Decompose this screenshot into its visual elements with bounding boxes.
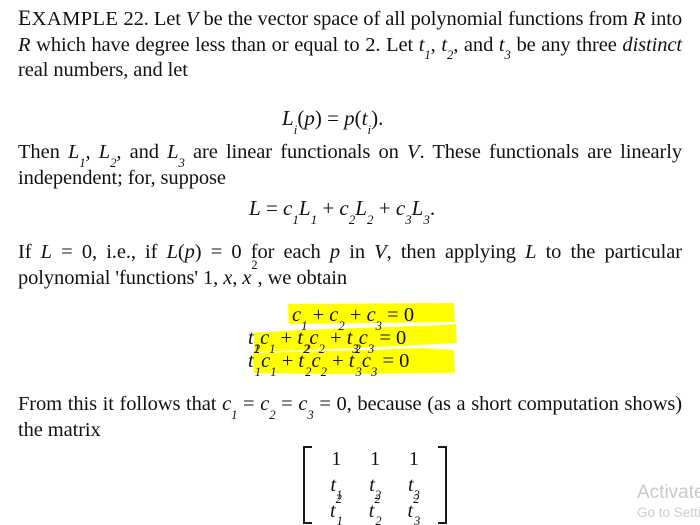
highlighted-equation-system: c1 + c2 + c3 = 0 t1c1 + t2c2 + t3c3 = 0 … <box>248 303 478 381</box>
var-L3: L <box>167 141 179 163</box>
sub-t1: 1 <box>424 48 431 63</box>
matrix-cell: t21 <box>330 491 343 525</box>
eq-li-p2: p <box>344 106 355 130</box>
sub-t2: 2 <box>446 48 454 63</box>
var-L2: L <box>98 141 111 163</box>
eq-L-lhs: L <box>249 196 261 220</box>
sub-t3: 3 <box>504 48 511 63</box>
var-t3: t <box>498 33 505 56</box>
var-c2: c <box>260 393 270 415</box>
matrix-cell: t22 <box>368 491 382 525</box>
eq-li-sub-i: i <box>293 121 298 137</box>
display-equation-L-combination: L = c1L1 + c2L2 + c3L3. <box>249 196 436 227</box>
matrix-cell: 1 <box>408 448 419 470</box>
eq-li-t: t <box>361 106 368 130</box>
equation-row-2: t1c1 + t2c2 + t3c3 = 0 <box>248 327 407 356</box>
var-p-b: p <box>329 241 341 263</box>
matrix-row: 1 1 1 <box>317 446 433 472</box>
emphasis-distinct: distinct <box>622 33 682 56</box>
eq-li-p: p <box>304 106 315 130</box>
go-to-settings-subtitle: Go to Setti <box>637 505 700 520</box>
matrix-cell: t23 <box>407 491 421 525</box>
matrix-cell: 1 <box>370 448 381 470</box>
eq-li-sub-i2: i <box>367 121 372 137</box>
example-number: 22. <box>123 8 149 30</box>
var-c3: c <box>298 393 308 415</box>
paragraph-from-this-it-follows: From this it follows that c1 = c2 = c3 =… <box>18 393 683 441</box>
display-equation-Li: Li(p) = p(ti). <box>282 106 384 137</box>
var-R-1: R <box>632 8 646 30</box>
var-L-a: L <box>40 241 52 263</box>
var-R-2: R <box>18 33 31 56</box>
matrix-bracket-left <box>303 446 314 524</box>
var-x-b: x <box>242 266 252 289</box>
matrix-row: t21 t22 t23 <box>317 491 433 525</box>
var-L-c: L <box>525 241 537 263</box>
paragraph-if-L-equals-zero: If L = 0, i.e., if L(p) = 0 for each p i… <box>18 241 682 289</box>
var-V-3: V <box>374 241 387 263</box>
var-x-a: x <box>223 266 233 289</box>
activate-windows-title: Activate <box>637 482 700 503</box>
matrix-bracket-right <box>436 446 448 524</box>
windows-activation-watermark: Activate Go to Setti <box>637 482 700 521</box>
paragraph-then-L1-L2-L3: Then L1, L2, and L3 are linear functiona… <box>18 141 682 189</box>
equation-row-3: t21c1 + t22c2 + t23c3 = 0 <box>248 341 410 379</box>
matrix-cell: 1 <box>331 448 342 470</box>
eq-li-L: L <box>282 106 294 130</box>
matrix-table: 1 1 1 t1 t2 t3 t21 t22 t23 <box>317 446 433 525</box>
scanned-page: EXAMPLE 22. Let V be the vector space of… <box>0 0 700 525</box>
var-L-b: L <box>166 241 178 263</box>
var-V-2: V <box>407 141 420 163</box>
var-p-a: p <box>184 241 195 263</box>
var-V: V <box>185 8 199 30</box>
paragraph-example-22: EXAMPLE 22. Let V be the vector space of… <box>18 6 682 81</box>
example-label: EXAMPLE <box>18 6 119 30</box>
var-L1: L <box>67 141 80 163</box>
var-c1: c <box>222 393 232 415</box>
equation-row-1: c1 + c2 + c3 = 0 <box>292 304 415 333</box>
vandermonde-matrix: 1 1 1 t1 t2 t3 t21 t22 t23 <box>303 446 448 525</box>
